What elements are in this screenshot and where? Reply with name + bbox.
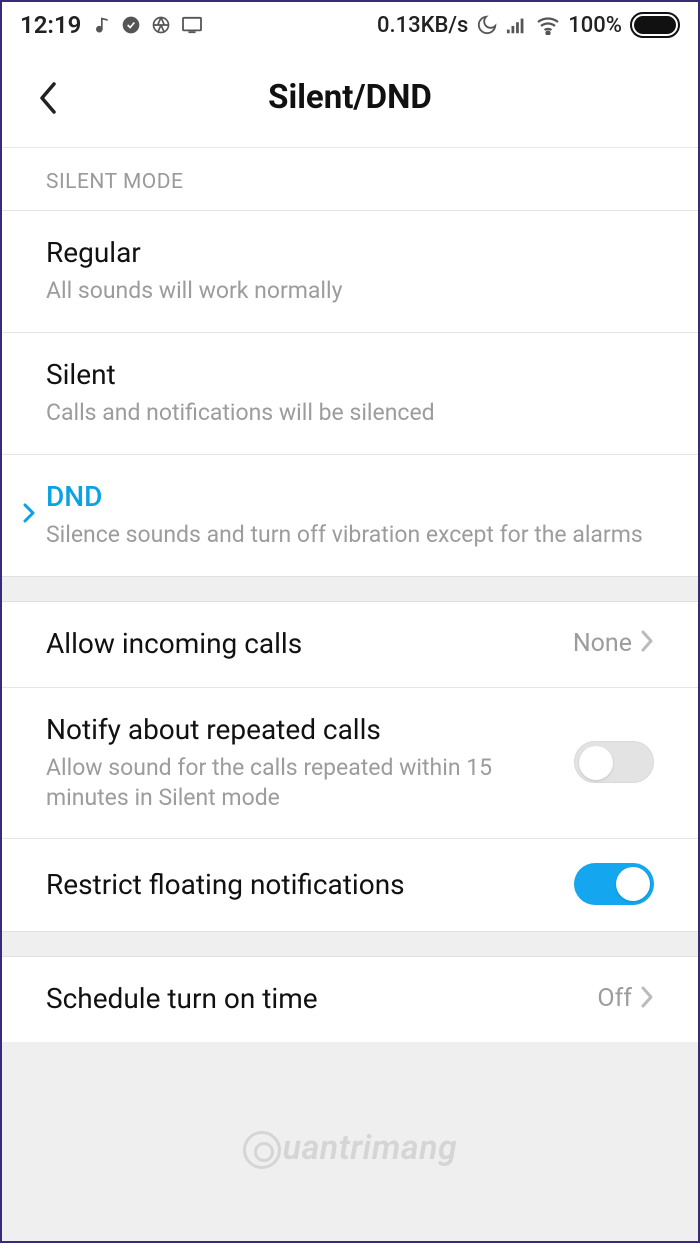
chevron-right-icon (640, 985, 654, 1013)
mode-regular[interactable]: Regular All sounds will work normally (2, 210, 698, 332)
battery-percent: 100% (568, 13, 622, 38)
mode-dnd-title: DND (46, 479, 654, 514)
repeated-calls-title: Notify about repeated calls (46, 712, 560, 747)
ftp-icon (181, 16, 203, 34)
mode-dnd-subtitle: Silence sounds and turn off vibration ex… (46, 520, 654, 550)
setting-repeated-calls[interactable]: Notify about repeated calls Allow sound … (2, 687, 698, 839)
watermark-icon (243, 1131, 281, 1169)
mode-list: Regular All sounds will work normally Si… (2, 210, 698, 576)
watermark-text: uantrimang (283, 1128, 458, 1168)
aperture-icon (151, 15, 171, 35)
allow-incoming-value: None (573, 629, 632, 658)
header: Silent/DND (2, 48, 698, 148)
schedule-list: Schedule turn on time Off (2, 957, 698, 1042)
status-right: 0.13KB/s 100% (377, 12, 680, 38)
mode-regular-subtitle: All sounds will work normally (46, 276, 654, 306)
mode-silent[interactable]: Silent Calls and notifications will be s… (2, 332, 698, 454)
wifi-icon (536, 15, 560, 35)
setting-schedule[interactable]: Schedule turn on time Off (2, 957, 698, 1042)
restrict-floating-title: Restrict floating notifications (46, 867, 560, 902)
music-icon (91, 15, 111, 35)
back-button[interactable] (28, 78, 68, 118)
section-divider (2, 931, 698, 957)
chevron-left-icon (37, 80, 59, 116)
allow-incoming-title: Allow incoming calls (46, 626, 573, 661)
mode-silent-title: Silent (46, 357, 654, 392)
repeated-calls-subtitle: Allow sound for the calls repeated withi… (46, 753, 560, 813)
battery-icon (630, 12, 680, 38)
chevron-right-icon (640, 629, 654, 657)
moon-icon (476, 14, 498, 36)
signal-icon (506, 15, 528, 35)
setting-restrict-floating[interactable]: Restrict floating notifications (2, 838, 698, 931)
restrict-floating-toggle[interactable] (574, 863, 654, 905)
status-left: 12:19 (20, 11, 203, 39)
mode-dnd[interactable]: DND Silence sounds and turn off vibratio… (2, 454, 698, 576)
schedule-title: Schedule turn on time (46, 981, 597, 1016)
mode-silent-subtitle: Calls and notifications will be silenced (46, 398, 654, 428)
status-bar: 12:19 0.13KB/s 100% (2, 2, 698, 48)
page-title: Silent/DND (2, 78, 698, 117)
check-circle-icon (121, 15, 141, 35)
dnd-settings-list: Allow incoming calls None Notify about r… (2, 602, 698, 932)
repeated-calls-toggle[interactable] (574, 741, 654, 783)
mode-regular-title: Regular (46, 235, 654, 270)
schedule-value: Off (597, 984, 632, 1013)
net-speed: 0.13KB/s (377, 13, 468, 38)
setting-allow-incoming[interactable]: Allow incoming calls None (2, 602, 698, 687)
chevron-right-icon (22, 502, 36, 528)
status-time: 12:19 (20, 11, 81, 39)
section-divider (2, 576, 698, 602)
section-header-silent-mode: SILENT MODE (2, 148, 698, 210)
watermark: uantrimang (2, 1128, 698, 1169)
